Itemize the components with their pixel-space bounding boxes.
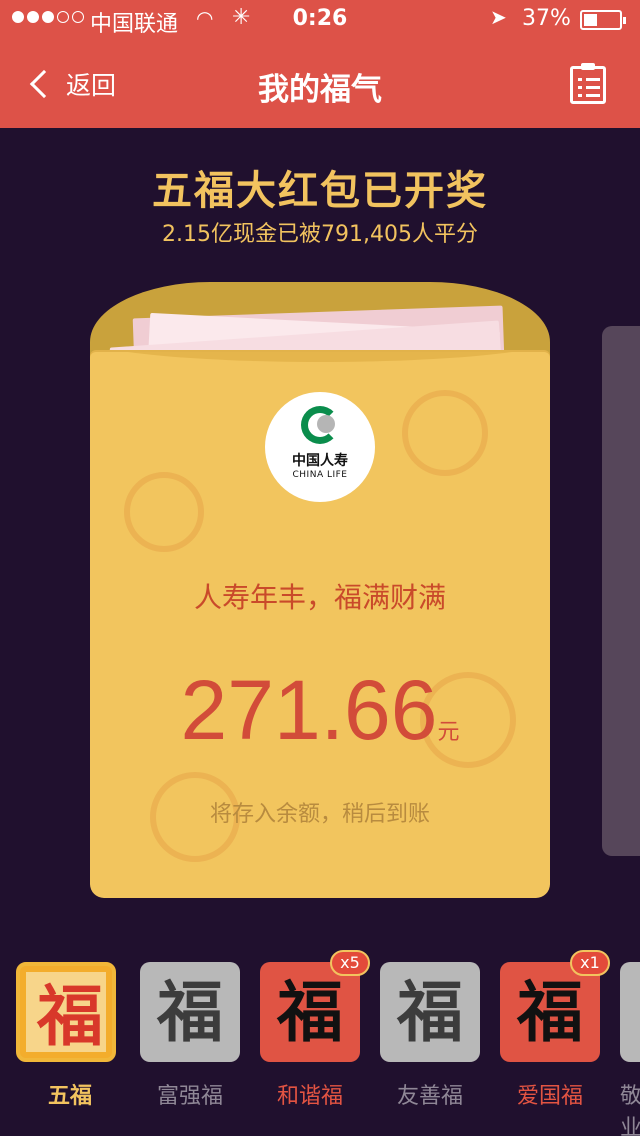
status-bar: 中国联通 ◠ ✳ 0:26 ➤ 37% bbox=[0, 0, 640, 40]
fu-card-aiguo[interactable]: 福 bbox=[500, 962, 600, 1062]
card-label-youshan[interactable]: 友善福 bbox=[380, 1078, 480, 1110]
red-envelope[interactable]: 中国人寿 CHINA LIFE 人寿年丰，福满财满 271.66元 将存入余额，… bbox=[90, 282, 550, 898]
clipboard-list-icon[interactable] bbox=[570, 63, 606, 104]
envelope-front: 中国人寿 CHINA LIFE 人寿年丰，福满财满 271.66元 将存入余额，… bbox=[90, 352, 550, 898]
fu-card-wufu[interactable]: 福 bbox=[16, 962, 116, 1062]
count-badge: x5 bbox=[330, 950, 370, 976]
page-title: 我的福气 bbox=[258, 72, 382, 108]
card-label-wufu[interactable]: 五福 bbox=[20, 1078, 120, 1110]
navigation-bar: 返回 我的福气 bbox=[0, 40, 640, 128]
location-arrow-icon: ➤ bbox=[490, 5, 507, 29]
fu-glyph: 福 bbox=[277, 973, 343, 1051]
card-label-aiguo[interactable]: 爱国福 bbox=[500, 1078, 600, 1110]
card-label-fuqiang[interactable]: 富强福 bbox=[140, 1078, 240, 1110]
lottery-headline: 五福大红包已开奖 bbox=[152, 168, 488, 214]
sponsor-name-en: CHINA LIFE bbox=[292, 470, 348, 480]
next-envelope-peek[interactable] bbox=[602, 326, 640, 856]
prize-value: 271.66 bbox=[180, 663, 438, 757]
fu-glyph: 福 bbox=[157, 973, 223, 1051]
fu-glyph: 福 bbox=[37, 977, 103, 1055]
top-bar: 中国联通 ◠ ✳ 0:26 ➤ 37% 返回 我的福气 bbox=[0, 0, 640, 128]
china-life-emblem-icon bbox=[301, 406, 339, 444]
count-badge: x1 bbox=[570, 950, 610, 976]
card-label-hexie[interactable]: 和谐福 bbox=[260, 1078, 360, 1110]
fu-card-jingye[interactable] bbox=[620, 962, 640, 1062]
battery-percent: 37% bbox=[522, 6, 571, 31]
china-life-logo: 中国人寿 CHINA LIFE bbox=[265, 392, 375, 502]
fu-card-youshan[interactable]: 福 bbox=[380, 962, 480, 1062]
decorative-pattern bbox=[124, 472, 204, 552]
fu-card-hexie[interactable]: 福 bbox=[260, 962, 360, 1062]
sponsor-slogan: 人寿年丰，福满财满 bbox=[193, 581, 446, 614]
sponsor-name-cn: 中国人寿 bbox=[292, 453, 348, 469]
card-label-jingye[interactable]: 敬业福 bbox=[620, 1078, 640, 1136]
fu-card-fuqiang[interactable]: 福 bbox=[140, 962, 240, 1062]
currency-unit: 元 bbox=[437, 720, 460, 745]
prize-amount: 271.66元 bbox=[90, 662, 550, 759]
deposit-note: 将存入余额，稍后到账 bbox=[209, 802, 430, 827]
fu-glyph: 福 bbox=[397, 973, 463, 1051]
fu-glyph: 福 bbox=[517, 973, 583, 1051]
decorative-pattern bbox=[402, 390, 488, 476]
battery-icon bbox=[580, 10, 626, 30]
lottery-subheadline: 2.15亿现金已被791,405人平分 bbox=[162, 222, 478, 247]
